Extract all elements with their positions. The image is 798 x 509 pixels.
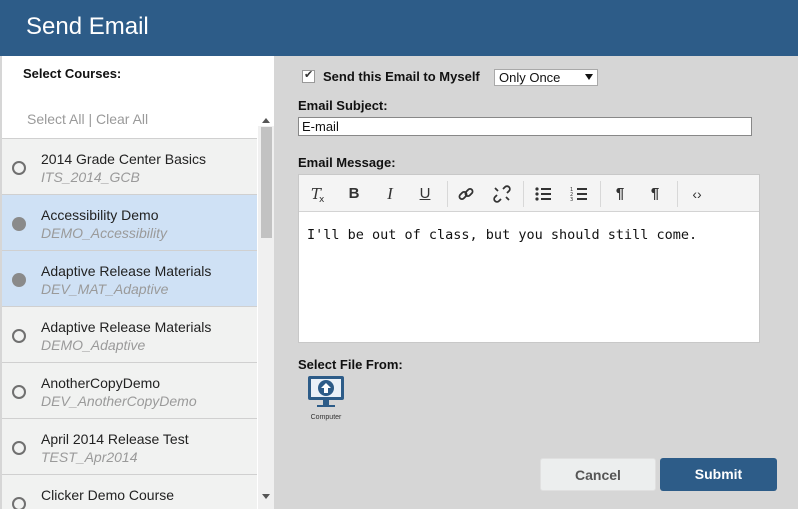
- course-code: DEMO_Adaptive: [41, 337, 146, 353]
- toolbar-separator: [447, 181, 448, 207]
- course-list-item[interactable]: Adaptive Release Materials DEV_MAT_Adapti…: [2, 251, 257, 307]
- course-name: 2014 Grade Center Basics: [41, 151, 206, 167]
- remove-format-icon[interactable]: Tx: [307, 184, 329, 205]
- course-code: ITS_2014_GCB: [41, 169, 140, 185]
- course-radio[interactable]: [12, 217, 26, 231]
- course-radio[interactable]: [12, 329, 26, 343]
- course-radio[interactable]: [12, 441, 26, 455]
- scroll-up-icon[interactable]: [262, 118, 270, 123]
- scroll-down-icon[interactable]: [262, 494, 270, 499]
- computer-caption: Computer: [310, 414, 342, 421]
- link-icon[interactable]: [455, 184, 477, 204]
- italic-icon[interactable]: I: [379, 184, 401, 204]
- course-list-item[interactable]: 2014 Grade Center Basics ITS_2014_GCB: [2, 139, 257, 195]
- cancel-button[interactable]: Cancel: [540, 458, 656, 491]
- course-code: DEMO_Accessibility: [41, 225, 168, 241]
- course-code: TEST_Apr2014: [41, 449, 138, 465]
- course-name: Clicker Demo Course: [41, 487, 175, 503]
- frequency-select[interactable]: Only Once: [494, 69, 598, 86]
- send-to-myself-checkbox[interactable]: [302, 68, 315, 83]
- clear-all-link[interactable]: Clear All: [96, 111, 148, 127]
- numbered-list-icon[interactable]: 123: [568, 184, 590, 204]
- course-list-scrollbar[interactable]: [258, 118, 274, 509]
- email-subject-label: Email Subject:: [298, 98, 388, 113]
- course-name: Accessibility Demo: [41, 207, 159, 223]
- unlink-icon[interactable]: [491, 184, 513, 204]
- select-clear-row: Select All | Clear All: [27, 111, 148, 127]
- divider: |: [88, 111, 93, 127]
- course-name: April 2014 Release Test: [41, 431, 189, 447]
- course-list-item[interactable]: Adaptive Release Materials DEMO_Adaptive: [2, 307, 257, 363]
- frequency-value: Only Once: [499, 70, 561, 85]
- bold-icon[interactable]: B: [343, 184, 365, 204]
- underline-icon[interactable]: U: [414, 184, 436, 204]
- course-radio[interactable]: [12, 497, 26, 509]
- course-list-item[interactable]: Accessibility Demo DEMO_Accessibility: [2, 195, 257, 251]
- scroll-thumb[interactable]: [261, 127, 272, 238]
- dialog-title: Send Email: [26, 13, 149, 40]
- course-code: DEV_MAT_Adaptive: [41, 281, 169, 297]
- rtl-paragraph-icon[interactable]: ¶: [644, 184, 666, 204]
- upload-from-computer-button[interactable]: Computer: [306, 372, 346, 426]
- course-list: 2014 Grade Center Basics ITS_2014_GCB Acce…: [2, 138, 257, 509]
- select-file-label: Select File From:: [298, 357, 403, 372]
- send-to-myself-label: Send this Email to Myself: [323, 69, 480, 84]
- message-body[interactable]: I'll be out of class, but you should sti…: [307, 227, 697, 243]
- course-radio[interactable]: [12, 161, 26, 175]
- course-list-item[interactable]: Clicker Demo Course: [2, 475, 257, 509]
- email-message-label: Email Message:: [298, 155, 396, 170]
- toolbar-separator: [600, 181, 601, 207]
- editor-toolbar: Tx B I U 123 ¶ ¶ ‹›: [299, 175, 759, 212]
- select-all-link[interactable]: Select All: [27, 111, 85, 127]
- bulleted-list-icon[interactable]: [532, 184, 554, 204]
- select-courses-label: Select Courses:: [23, 66, 122, 81]
- svg-text:x: x: [319, 195, 325, 204]
- course-name: Adaptive Release Materials: [41, 319, 212, 335]
- source-code-icon[interactable]: ‹›: [686, 184, 708, 204]
- message-editor: Tx B I U 123 ¶ ¶ ‹› I'll be out of class…: [298, 174, 760, 343]
- svg-text:3: 3: [570, 197, 573, 203]
- course-list-item[interactable]: April 2014 Release Test TEST_Apr2014: [2, 419, 257, 475]
- dialog-header: Send Email: [0, 0, 798, 56]
- course-list-item[interactable]: AnotherCopyDemo DEV_AnotherCopyDemo: [2, 363, 257, 419]
- ltr-paragraph-icon[interactable]: ¶: [609, 184, 631, 204]
- submit-button[interactable]: Submit: [660, 458, 777, 491]
- course-name: Adaptive Release Materials: [41, 263, 212, 279]
- chevron-down-icon: [585, 74, 593, 80]
- course-radio[interactable]: [12, 385, 26, 399]
- email-form: Send this Email to Myself Only Once Emai…: [274, 56, 798, 509]
- course-radio[interactable]: [12, 273, 26, 287]
- course-code: DEV_AnotherCopyDemo: [41, 393, 197, 409]
- computer-upload-icon: [308, 376, 344, 407]
- send-to-myself-option[interactable]: Send this Email to Myself: [302, 68, 480, 84]
- course-selection-panel: Select Courses: Select All | Clear All 2…: [2, 56, 274, 509]
- toolbar-separator: [523, 181, 524, 207]
- course-name: AnotherCopyDemo: [41, 375, 161, 391]
- email-subject-input[interactable]: E-mail: [298, 117, 752, 136]
- toolbar-separator: [677, 181, 678, 207]
